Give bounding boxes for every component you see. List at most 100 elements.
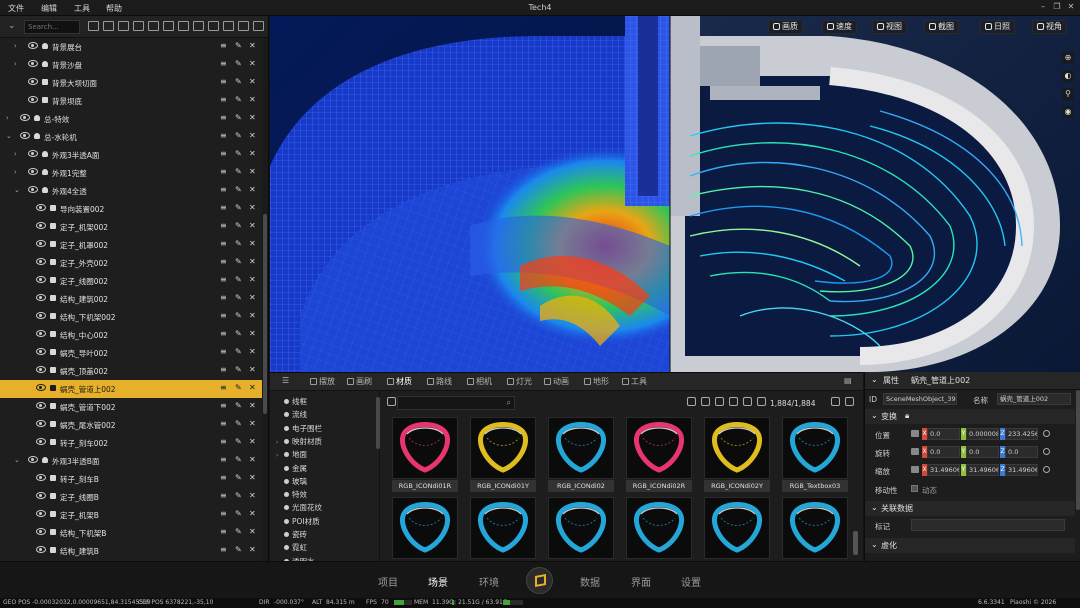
layers-icon[interactable] [178,21,189,31]
tree-row[interactable]: 结构_中心002 ≡ ✎ ✕ [0,326,262,344]
id-field[interactable]: SceneMeshObject_39 [883,393,957,405]
delete-x-icon[interactable]: ✕ [249,77,256,86]
quality-button[interactable]: 画质 [768,20,803,34]
material-thumbnail[interactable]: RGB_ICONdi01R [392,417,458,493]
material-thumbnail[interactable]: RGB_ICONdi02R [626,417,692,493]
expand-arrow-icon[interactable]: › [276,439,284,446]
tree-row[interactable]: ⌄ 总-水轮机 ≡ ✎ ✕ [0,128,262,146]
delete-x-icon[interactable]: ✕ [249,221,256,230]
delete-icon[interactable] [687,397,696,406]
grid-scrollbar[interactable] [853,531,858,555]
edit-pencil-icon[interactable]: ✎ [235,257,242,266]
visibility-eye-icon[interactable] [36,204,46,211]
edit-pencil-icon[interactable]: ✎ [235,311,242,320]
edit-pencil-icon[interactable]: ✎ [235,167,242,176]
edit-pencil-icon[interactable]: ✎ [235,545,242,554]
scale-y-field[interactable]: 31.49606 [966,464,999,476]
globe-icon[interactable]: ◐ [1062,70,1074,82]
delete-x-icon[interactable]: ✕ [249,275,256,284]
properties-icon[interactable]: ≡ [220,257,227,266]
visibility-eye-icon[interactable] [20,114,30,121]
tree-row[interactable]: › 背景展台 ≡ ✎ ✕ [0,38,262,56]
visibility-eye-icon[interactable] [36,546,46,553]
view-button[interactable]: 视图 [872,20,907,34]
visibility-eye-icon[interactable] [36,240,46,247]
properties-icon[interactable]: ≡ [220,329,227,338]
3d-viewport[interactable]: 画质 速度 视图 截图 日照 视角 ⊕ ◐ ⚲ ◉ [270,16,1080,372]
delete-x-icon[interactable]: ✕ [249,419,256,428]
delete-x-icon[interactable]: ✕ [249,185,256,194]
visibility-eye-icon[interactable] [28,456,38,463]
properties-icon[interactable]: ≡ [220,527,227,536]
visibility-eye-icon[interactable] [36,528,46,535]
edit-icon[interactable] [729,397,738,406]
copy-icon[interactable] [163,21,174,31]
nav-interface[interactable]: 界面 [631,574,651,589]
visibility-eye-icon[interactable] [36,492,46,499]
category-scrollbar[interactable] [376,397,380,449]
edit-pencil-icon[interactable]: ✎ [235,491,242,500]
edit-pencil-icon[interactable]: ✎ [235,455,242,464]
properties-icon[interactable]: ≡ [220,437,227,446]
edit-pencil-icon[interactable]: ✎ [235,113,242,122]
visibility-eye-icon[interactable] [28,42,38,49]
box-icon[interactable] [148,21,159,31]
properties-icon[interactable]: ≡ [220,293,227,302]
properties-icon[interactable]: ≡ [220,401,227,410]
visibility-eye-icon[interactable] [28,168,38,175]
edit-pencil-icon[interactable]: ✎ [235,419,242,428]
rotation-y-field[interactable]: 0.0 [966,446,999,458]
visibility-eye-icon[interactable] [36,474,46,481]
tab-route[interactable]: 路线 [427,376,452,387]
edit-pencil-icon[interactable]: ✎ [235,437,242,446]
properties-icon[interactable]: ≡ [220,167,227,176]
tree-row[interactable]: 定子_线圈002 ≡ ✎ ✕ [0,272,262,290]
delete-x-icon[interactable]: ✕ [249,347,256,356]
transform-section[interactable]: ⌄ 变换 🔒︎ [865,409,1075,424]
position-x-field[interactable]: 0.0 [927,428,960,440]
edit-pencil-icon[interactable]: ✎ [235,185,242,194]
position-reset-icon[interactable] [1043,430,1050,437]
panel-options-icon[interactable]: ▤ [844,376,852,385]
mobility-checkbox[interactable] [911,485,918,492]
delete-x-icon[interactable]: ✕ [249,293,256,302]
properties-icon[interactable]: ≡ [220,185,227,194]
visibility-eye-icon[interactable] [36,420,46,427]
speed-button[interactable]: 速度 [822,20,857,34]
delete-x-icon[interactable]: ✕ [249,113,256,122]
delete-x-icon[interactable]: ✕ [249,473,256,482]
visibility-eye-icon[interactable] [36,276,46,283]
rotation-x-field[interactable]: 0.0 [927,446,960,458]
delete-x-icon[interactable]: ✕ [249,167,256,176]
material-category[interactable]: › 映射材质 [276,436,322,447]
edit-pencil-icon[interactable]: ✎ [235,509,242,518]
delete-x-icon[interactable]: ✕ [249,401,256,410]
list-icon[interactable] [238,21,249,31]
visibility-eye-icon[interactable] [36,384,46,391]
lock-icon[interactable]: 🔒︎ [905,411,909,421]
material-category[interactable]: 瓷砖 [276,529,307,540]
refresh-icon[interactable] [743,397,752,406]
scale-x-field[interactable]: 31.49606 [927,464,960,476]
edit-pencil-icon[interactable]: ✎ [235,329,242,338]
camera-icon[interactable] [118,21,129,31]
properties-icon[interactable]: ≡ [220,203,227,212]
properties-scrollbar[interactable] [1076,390,1080,510]
tab-animation[interactable]: 动画 [544,376,569,387]
visibility-eye-icon[interactable] [20,132,30,139]
edit-pencil-icon[interactable]: ✎ [235,293,242,302]
edit-pencil-icon[interactable]: ✎ [235,275,242,284]
download-icon[interactable] [757,397,766,406]
delete-x-icon[interactable]: ✕ [249,95,256,104]
tab-light[interactable]: 灯光 [507,376,532,387]
grid-icon[interactable] [208,21,219,31]
properties-icon[interactable]: ≡ [220,77,227,86]
expand-arrow-icon[interactable]: › [14,168,17,176]
tab-tools[interactable]: 工具 [622,376,647,387]
expand-arrow-icon[interactable]: › [6,114,9,122]
delete-x-icon[interactable]: ✕ [249,491,256,500]
visibility-eye-icon[interactable] [36,222,46,229]
material-category[interactable]: › 地面 [276,449,307,460]
select-icon[interactable] [193,21,204,31]
expand-arrow-icon[interactable]: › [14,150,17,158]
